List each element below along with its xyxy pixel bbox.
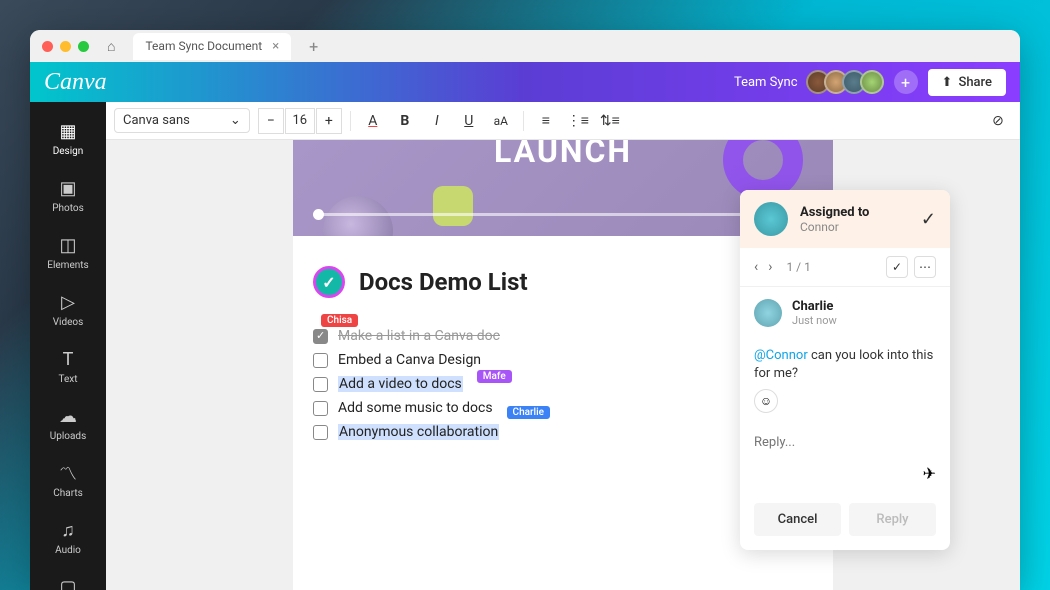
document-name[interactable]: Team Sync <box>734 75 798 90</box>
bold-button[interactable]: B <box>391 107 419 135</box>
collaborator-cursor-tag: Charlie <box>507 406 550 419</box>
assignee-avatar[interactable] <box>754 202 788 236</box>
sidebar-item-videos[interactable]: ▷Videos <box>30 281 106 338</box>
tab-close-icon[interactable]: × <box>272 39 279 54</box>
underline-button[interactable]: U <box>455 107 483 135</box>
comment-count: 1 / 1 <box>786 260 810 274</box>
list-button[interactable]: ⋮≡ <box>564 107 592 135</box>
sidebar-item-folders[interactable]: ▢Folders <box>30 566 106 590</box>
comment-body: Charlie Just now <box>740 287 950 339</box>
photos-icon: ▣ <box>57 177 79 199</box>
align-button[interactable]: ≡ <box>532 107 560 135</box>
checkbox[interactable] <box>313 329 328 344</box>
comment-text: @Connor can you look into this for me? <box>754 347 936 383</box>
assigned-to-label: Assigned to <box>800 205 909 220</box>
collaborator-cursor-tag: Mafe <box>477 370 512 383</box>
app-header: Canva Team Sync + ⬆ Share <box>30 62 1020 102</box>
uploads-icon: ☁ <box>57 405 79 427</box>
elements-icon: ◫ <box>57 234 79 256</box>
sidebar-item-charts[interactable]: 〽Charts <box>30 452 106 509</box>
checkbox[interactable] <box>313 377 328 392</box>
format-toolbar: Canva sans ⌄ − 16 + A B I U aA ≡ ⋮≡ ⇅≡ ⊘ <box>106 102 1020 140</box>
text-icon: T <box>57 348 79 370</box>
mention[interactable]: @Connor <box>754 348 808 363</box>
sidebar-item-photos[interactable]: ▣Photos <box>30 167 106 224</box>
italic-button[interactable]: I <box>423 107 451 135</box>
checkbox[interactable] <box>313 353 328 368</box>
more-options-button[interactable]: ⋯ <box>914 256 936 278</box>
collaborator-avatars <box>812 70 884 94</box>
reply-input[interactable] <box>754 435 936 450</box>
window-maximize-button[interactable] <box>78 41 89 52</box>
collaborator-cursor-tag: Chisa <box>321 314 358 327</box>
comment-author-avatar[interactable] <box>754 299 782 327</box>
document-canvas[interactable]: LAUNCH ✓ Docs Demo List Make a list in a… <box>106 140 1020 590</box>
chevron-down-icon: ⌄ <box>230 113 241 128</box>
resolve-check-icon[interactable]: ✓ <box>921 209 936 230</box>
add-reaction-button[interactable]: ☺ <box>754 389 778 413</box>
checkbox[interactable] <box>313 425 328 440</box>
text-color-button[interactable]: A <box>359 107 387 135</box>
font-family-select[interactable]: Canva sans ⌄ <box>114 108 250 133</box>
design-icon: ▦ <box>57 120 79 142</box>
font-size-decrease-button[interactable]: − <box>258 108 284 134</box>
browser-tab[interactable]: Team Sync Document × <box>133 33 291 60</box>
home-icon[interactable]: ⌂ <box>107 38 115 55</box>
window-close-button[interactable] <box>42 41 53 52</box>
title-badge-icon: ✓ <box>313 266 345 298</box>
audio-icon: ♫ <box>57 519 79 541</box>
text-case-button[interactable]: aA <box>487 107 515 135</box>
new-tab-button[interactable]: + <box>309 37 318 56</box>
charts-icon: 〽 <box>57 462 79 484</box>
list-item[interactable]: Make a list in a Canva doc Chisa <box>313 324 813 348</box>
resolve-button[interactable]: ✓ <box>886 256 908 278</box>
share-button[interactable]: ⬆ Share <box>928 69 1006 96</box>
sidebar-item-uploads[interactable]: ☁Uploads <box>30 395 106 452</box>
window-minimize-button[interactable] <box>60 41 71 52</box>
comment-timestamp: Just now <box>792 314 936 327</box>
assignee-name: Connor <box>800 220 909 234</box>
list-item[interactable]: Add a video to docs Mafe <box>313 372 813 396</box>
checkbox[interactable] <box>313 401 328 416</box>
avatar[interactable] <box>860 70 884 94</box>
comment-assigned-header: Assigned to Connor ✓ <box>740 190 950 248</box>
prev-comment-button[interactable]: ‹ <box>754 259 758 275</box>
list-item[interactable]: Embed a Canva Design <box>313 348 813 372</box>
tab-title: Team Sync Document <box>145 39 262 53</box>
font-size-value[interactable]: 16 <box>285 108 315 134</box>
share-icon: ⬆ <box>942 75 953 90</box>
comment-nav: ‹ › 1 / 1 ✓ ⋯ <box>740 248 950 287</box>
canva-logo[interactable]: Canva <box>44 69 107 96</box>
sidebar-item-audio[interactable]: ♫Audio <box>30 509 106 566</box>
comment-panel: Assigned to Connor ✓ ‹ › 1 / 1 ✓ ⋯ <box>740 190 950 550</box>
cancel-button[interactable]: Cancel <box>754 503 841 536</box>
send-icon[interactable]: ✈ <box>923 464 936 483</box>
left-sidebar: ▦Design ▣Photos ◫Elements ▷Videos TText … <box>30 102 106 590</box>
comment-author-name: Charlie <box>792 299 936 314</box>
window-titlebar: ⌂ Team Sync Document × + <box>30 30 1020 62</box>
next-comment-button[interactable]: › <box>768 259 772 275</box>
list-item[interactable]: Add some music to docs Charlie <box>313 396 813 420</box>
sidebar-item-design[interactable]: ▦Design <box>30 110 106 167</box>
sidebar-item-elements[interactable]: ◫Elements <box>30 224 106 281</box>
add-collaborator-button[interactable]: + <box>894 70 918 94</box>
spacing-button[interactable]: ⇅≡ <box>596 107 624 135</box>
folders-icon: ▢ <box>57 576 79 590</box>
videos-icon: ▷ <box>57 291 79 313</box>
document-title[interactable]: Docs Demo List <box>359 268 528 296</box>
list-item[interactable]: Anonymous collaboration <box>313 420 813 444</box>
reply-button[interactable]: Reply <box>849 503 936 536</box>
sidebar-item-text[interactable]: TText <box>30 338 106 395</box>
hero-title: LAUNCH <box>494 140 632 170</box>
font-size-increase-button[interactable]: + <box>316 108 342 134</box>
link-button[interactable]: ⊘ <box>984 107 1012 135</box>
